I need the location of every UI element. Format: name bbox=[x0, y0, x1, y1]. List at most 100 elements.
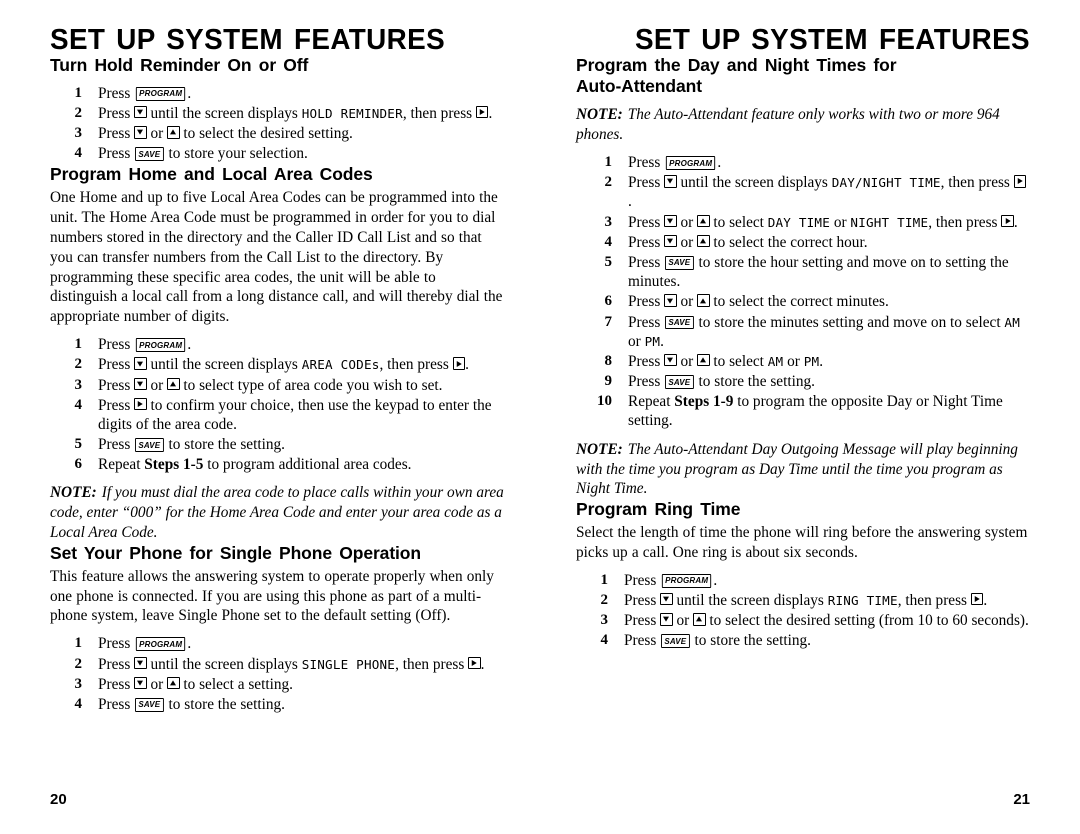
down-arrow-key-icon bbox=[134, 656, 147, 670]
step-text-mid: to store the minutes setting and move on… bbox=[694, 313, 1005, 331]
step-text-pre: Press bbox=[98, 376, 135, 394]
step-text-pre: Press bbox=[98, 436, 135, 454]
step-item: 9 Press SAVE to store the setting. bbox=[576, 372, 1030, 391]
right-arrow-key-icon bbox=[1013, 175, 1027, 188]
step-text-post: . bbox=[187, 635, 192, 653]
page-left: SET UP SYSTEM FEATURES Turn Hold Reminde… bbox=[0, 0, 540, 834]
step-text-post: to store the setting. bbox=[164, 436, 285, 454]
step-number: 5 bbox=[74, 436, 83, 453]
save-key-glyph: SAVE bbox=[135, 697, 164, 712]
step-text-pre: Press bbox=[628, 253, 665, 271]
up-arrow-key-icon bbox=[697, 214, 710, 228]
lcd-display-text: RING TIME bbox=[827, 592, 898, 608]
heading-line-2: Auto-Attendant bbox=[576, 75, 702, 96]
step-item: 4 Press or to select the correct hour. bbox=[576, 233, 1030, 252]
step-item: 3 Press or to select the desired setting… bbox=[576, 611, 1030, 630]
step-item: 3 Press or to select the desired setting… bbox=[50, 124, 504, 143]
step-number: 10 bbox=[597, 393, 612, 410]
down-arrow-key-icon bbox=[664, 294, 677, 307]
step-text-post: . bbox=[187, 336, 192, 354]
step-text-mid: or bbox=[672, 612, 694, 630]
step-item: 5 Press SAVE to store the setting. bbox=[50, 435, 504, 454]
section-heading-ring-time: Program Ring Time bbox=[576, 499, 741, 520]
program-key-glyph: PROGRAM bbox=[665, 156, 716, 170]
note-day-night-outgoing: NOTE: The Auto-Attendant Day Outgoing Mes… bbox=[576, 440, 1030, 500]
note-label: NOTE: bbox=[576, 440, 623, 458]
lcd-display-text-2: PM bbox=[644, 333, 661, 349]
step-number: 1 bbox=[74, 84, 83, 101]
step-number: 2 bbox=[600, 591, 609, 608]
step-item: 4 Press to confirm your choice, then use… bbox=[50, 396, 504, 434]
down-arrow-key-icon bbox=[660, 613, 673, 626]
step-text-end: . bbox=[819, 352, 824, 370]
step-item: 7 Press SAVE to store the minutes settin… bbox=[576, 313, 1030, 351]
step-number: 1 bbox=[604, 154, 613, 171]
step-text-end: . bbox=[628, 193, 632, 211]
step-number: 4 bbox=[74, 396, 83, 413]
step-number: 6 bbox=[604, 293, 613, 310]
step-text-mid: or bbox=[146, 675, 168, 693]
steps-hold-reminder: 1 Press PROGRAM. 2 Press until the scree… bbox=[50, 84, 504, 164]
step-text-tail: , then press bbox=[928, 213, 1002, 231]
lcd-display-text-2: PM bbox=[803, 353, 820, 369]
down-arrow-key-icon bbox=[134, 377, 147, 391]
note-area-codes: NOTE: If you must dial the area code to p… bbox=[50, 483, 504, 543]
down-arrow-key-icon bbox=[134, 126, 147, 139]
steps-day-night: 1 Press PROGRAM. 2 Press until the scree… bbox=[576, 153, 1030, 431]
right-arrow-key-icon bbox=[134, 397, 147, 411]
note-body: The Auto-Attendant Day Outgoing Message … bbox=[576, 440, 1018, 498]
step-text-pre: Press bbox=[98, 356, 135, 374]
right-arrow-key-icon bbox=[475, 105, 489, 119]
step-text-pre: Press bbox=[98, 336, 135, 354]
down-arrow-key-icon bbox=[664, 234, 677, 248]
up-arrow-key-icon bbox=[697, 294, 710, 307]
down-arrow-key-icon bbox=[134, 676, 147, 690]
step-text-pre: Press bbox=[628, 313, 665, 331]
step-text-pre: Press bbox=[624, 571, 661, 589]
page-number-right: 21 bbox=[1013, 791, 1030, 808]
step-text-pre: Press bbox=[624, 632, 661, 650]
down-arrow-key-icon bbox=[134, 357, 147, 370]
lcd-display-text: HOLD REMINDER bbox=[301, 105, 403, 121]
step-reference: Steps 1-9 bbox=[674, 393, 734, 411]
up-arrow-key-icon bbox=[693, 613, 706, 626]
step-number: 1 bbox=[600, 571, 609, 588]
note-label: NOTE: bbox=[576, 106, 623, 124]
step-item: 4 Press SAVE to store the setting. bbox=[50, 695, 504, 714]
step-text-pre: Press bbox=[98, 695, 135, 713]
lcd-display-text: AM bbox=[767, 353, 784, 369]
step-text-post: to store your selection. bbox=[164, 145, 308, 163]
step-item: 8 Press or to select AM or PM. bbox=[576, 352, 1030, 371]
step-text-tail: , then press bbox=[395, 655, 469, 673]
step-text-post: to select the correct hour. bbox=[709, 233, 868, 251]
step-text-pre: Press bbox=[628, 352, 665, 370]
step-item: 2 Press until the screen displays HOLD R… bbox=[50, 104, 504, 123]
step-number: 8 bbox=[604, 352, 613, 369]
step-item: 3 Press or to select type of area code y… bbox=[50, 376, 504, 395]
step-text-pre: Press bbox=[628, 233, 665, 251]
section-body-ring-time: Select the length of time the phone will… bbox=[576, 523, 1028, 561]
up-arrow-key-icon bbox=[167, 377, 180, 391]
step-text-pre: Press bbox=[628, 213, 665, 231]
save-key-glyph: SAVE bbox=[135, 147, 164, 162]
step-item: 1 Press PROGRAM. bbox=[50, 335, 504, 354]
step-item: 3 Press or to select a setting. bbox=[50, 675, 504, 694]
step-text-post: . bbox=[713, 571, 718, 589]
right-arrow-key-icon bbox=[468, 656, 481, 670]
step-text-tail: , then press bbox=[940, 174, 1014, 192]
steps-single-phone: 1 Press PROGRAM. 2 Press until the scree… bbox=[50, 634, 504, 714]
step-number: 2 bbox=[74, 104, 83, 121]
up-arrow-key-icon bbox=[167, 126, 180, 139]
section-heading-single-phone: Set Your Phone for Single Phone Operatio… bbox=[50, 543, 421, 564]
step-text-end: . bbox=[983, 591, 988, 609]
step-text-tail: , then press bbox=[379, 356, 453, 374]
step-text-pre: Press bbox=[628, 154, 665, 172]
section-heading-hold-reminder: Turn Hold Reminder On or Off bbox=[50, 55, 309, 75]
running-title-right: SET UP SYSTEM FEATURES bbox=[634, 24, 1030, 56]
step-text-end: . bbox=[465, 356, 469, 374]
step-number: 3 bbox=[600, 612, 609, 629]
step-text-end: . bbox=[480, 655, 485, 673]
step-text-post: to select a setting. bbox=[179, 675, 293, 693]
heading-line-1: Program the Day and Night Times for bbox=[576, 55, 897, 75]
step-number: 4 bbox=[600, 632, 609, 649]
